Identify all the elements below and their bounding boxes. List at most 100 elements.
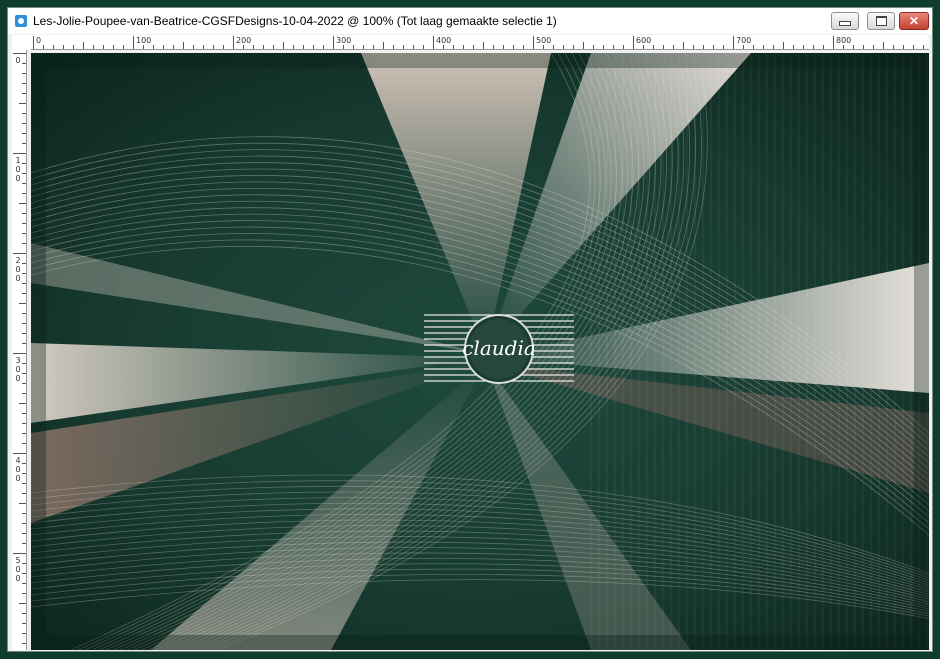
ruler-tick [22,263,26,264]
ruler-tick [33,36,34,49]
ruler-tick [13,53,26,54]
ruler-tick [203,45,204,49]
ruler-tick [19,103,26,104]
ruler-tick [22,343,26,344]
ruler-v-label: 400 [15,456,21,483]
ruler-tick [13,453,26,454]
maximize-icon [875,16,887,26]
ruler-tick [673,45,674,49]
ruler-tick [323,45,324,49]
ruler-tick [22,373,26,374]
ruler-tick [22,593,26,594]
ruler-tick [413,45,414,49]
ruler-tick [403,45,404,49]
ruler-tick [653,45,654,49]
ruler-tick [22,573,26,574]
ruler-tick [22,73,26,74]
ruler-tick [373,45,374,49]
ruler-tick [19,403,26,404]
ruler-tick [753,45,754,49]
ruler-tick [563,45,564,49]
ruler-tick [13,153,26,154]
ruler-tick [22,173,26,174]
ruler-tick [22,273,26,274]
ruler-h-label: 300 [336,36,352,45]
ruler-tick [803,45,804,49]
ruler-tick [543,45,544,49]
ruler-tick [683,42,684,49]
ruler-tick [19,303,26,304]
title-bar[interactable]: Les-Jolie-Poupee-van-Beatrice-CGSFDesign… [8,8,932,34]
horizontal-ruler: 0 100 200 300 400 500 600 700 800 [31,35,929,50]
ruler-tick [13,253,26,254]
ruler-tick [303,45,304,49]
ruler-tick [693,45,694,49]
ruler-tick [123,45,124,49]
vertical-ruler: 0 100 200 300 400 500 [12,50,27,650]
ruler-tick [22,433,26,434]
ruler-tick [22,123,26,124]
ruler-v-label: 500 [15,556,21,583]
ruler-tick [22,563,26,564]
ruler-tick [253,45,254,49]
ruler-tick [22,513,26,514]
ruler-tick [213,45,214,49]
ruler-tick [73,45,74,49]
ruler-tick [22,623,26,624]
ruler-tick [573,45,574,49]
ruler-tick [333,36,334,49]
image-window: Les-Jolie-Poupee-van-Beatrice-CGSFDesign… [7,7,933,652]
ruler-tick [453,45,454,49]
ruler-tick [183,42,184,49]
ruler-tick [22,423,26,424]
window-title: Les-Jolie-Poupee-van-Beatrice-CGSFDesign… [33,14,557,28]
ruler-tick [383,42,384,49]
ruler-tick [273,45,274,49]
ruler-tick [773,45,774,49]
close-icon: ✕ [908,14,920,28]
ruler-tick [22,193,26,194]
minimize-icon [839,20,851,26]
ruler-tick [843,45,844,49]
ruler-tick [22,243,26,244]
ruler-tick [243,45,244,49]
ruler-tick [873,45,874,49]
ruler-tick [22,533,26,534]
ruler-v-label: 100 [15,156,21,183]
ruler-tick [553,45,554,49]
ruler-tick [723,45,724,49]
ruler-v-label: 300 [15,356,21,383]
ruler-tick [22,393,26,394]
ruler-tick [22,333,26,334]
image-canvas[interactable]: claudia [31,53,929,650]
ruler-tick [443,45,444,49]
ruler-tick [313,45,314,49]
ruler-tick [93,45,94,49]
ruler-tick [903,45,904,49]
ruler-tick [233,36,234,49]
ruler-tick [22,493,26,494]
ruler-corner [12,35,31,50]
ruler-tick [733,36,734,49]
ruler-tick [193,45,194,49]
ruler-tick [22,383,26,384]
ruler-tick [22,113,26,114]
watermark-text: claudia [462,336,536,360]
ruler-tick [643,45,644,49]
minimize-button[interactable] [831,12,859,30]
ruler-tick [423,45,424,49]
ruler-tick [22,643,26,644]
close-button[interactable]: ✕ [899,12,929,30]
ruler-tick [603,45,604,49]
ruler-tick [283,42,284,49]
ruler-h-label: 400 [436,36,452,45]
ruler-tick [53,45,54,49]
ruler-tick [22,293,26,294]
ruler-tick [19,203,26,204]
ruler-tick [22,523,26,524]
ruler-tick [613,45,614,49]
ruler-tick [263,45,264,49]
maximize-button[interactable] [867,12,895,30]
ruler-tick [22,83,26,84]
ruler-h-label: 0 [36,36,42,45]
